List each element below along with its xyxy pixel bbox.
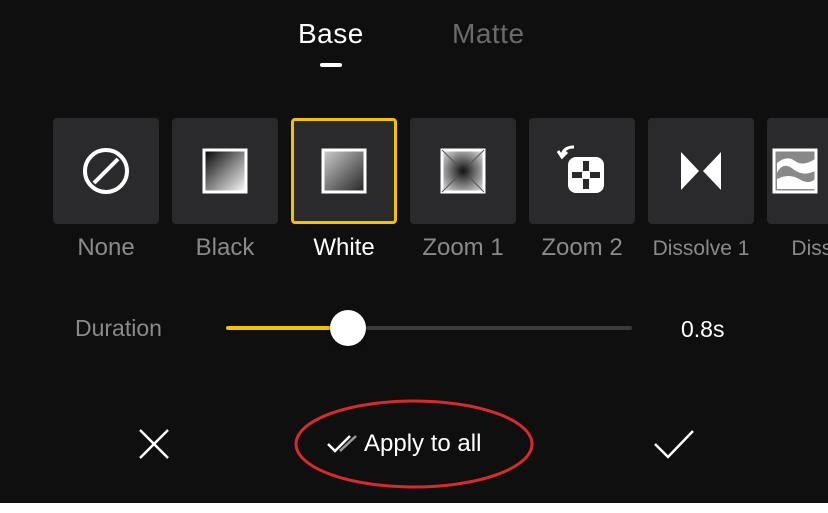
tile-label-white: White — [313, 234, 375, 261]
transition-tile-zoom-1[interactable] — [410, 118, 516, 224]
duration-slider-thumb[interactable] — [329, 310, 366, 346]
transition-tile-black[interactable] — [172, 118, 278, 224]
zoom-rotate-icon — [556, 145, 604, 193]
tab-base[interactable]: Base — [298, 18, 364, 50]
bowtie-icon — [681, 152, 721, 190]
transition-tile-white[interactable] — [291, 118, 397, 224]
duration-slider[interactable] — [226, 310, 632, 346]
black-fade-icon — [202, 148, 248, 194]
duration-label: Duration — [75, 315, 162, 341]
white-fade-icon — [321, 148, 367, 194]
close-icon — [139, 429, 169, 459]
apply-to-all-button[interactable]: Apply to all — [326, 428, 481, 460]
double-check-icon — [327, 435, 357, 453]
tile-label-none: None — [77, 234, 135, 261]
zoom-in-icon — [440, 148, 486, 194]
tile-label-zoom-1: Zoom 1 — [422, 234, 504, 261]
tile-label-black: Black — [195, 234, 255, 261]
duration-value: 0.8s — [681, 316, 725, 342]
transition-tile-dissolve-1[interactable] — [648, 118, 754, 224]
confirm-button[interactable] — [652, 426, 696, 462]
tab-matte[interactable]: Matte — [452, 18, 525, 50]
dissolve-icon — [772, 148, 818, 194]
tile-label-dissolve-2: Dissol — [791, 237, 828, 260]
apply-to-all-label: Apply to all — [364, 430, 482, 457]
tile-label-zoom-2: Zoom 2 — [541, 234, 623, 261]
transition-tile-dissolve-2[interactable] — [767, 118, 828, 224]
close-button[interactable] — [136, 426, 172, 462]
none-icon — [83, 148, 129, 194]
transition-tile-zoom-2[interactable] — [529, 118, 635, 224]
tile-label-dissolve-1: Dissolve 1 — [652, 237, 750, 260]
checkmark-icon — [654, 430, 694, 459]
transition-panel: Base Matte None Black White Zoom 1 Zoom … — [0, 0, 828, 503]
transition-tile-none[interactable] — [53, 118, 159, 224]
active-tab-indicator — [320, 63, 342, 67]
